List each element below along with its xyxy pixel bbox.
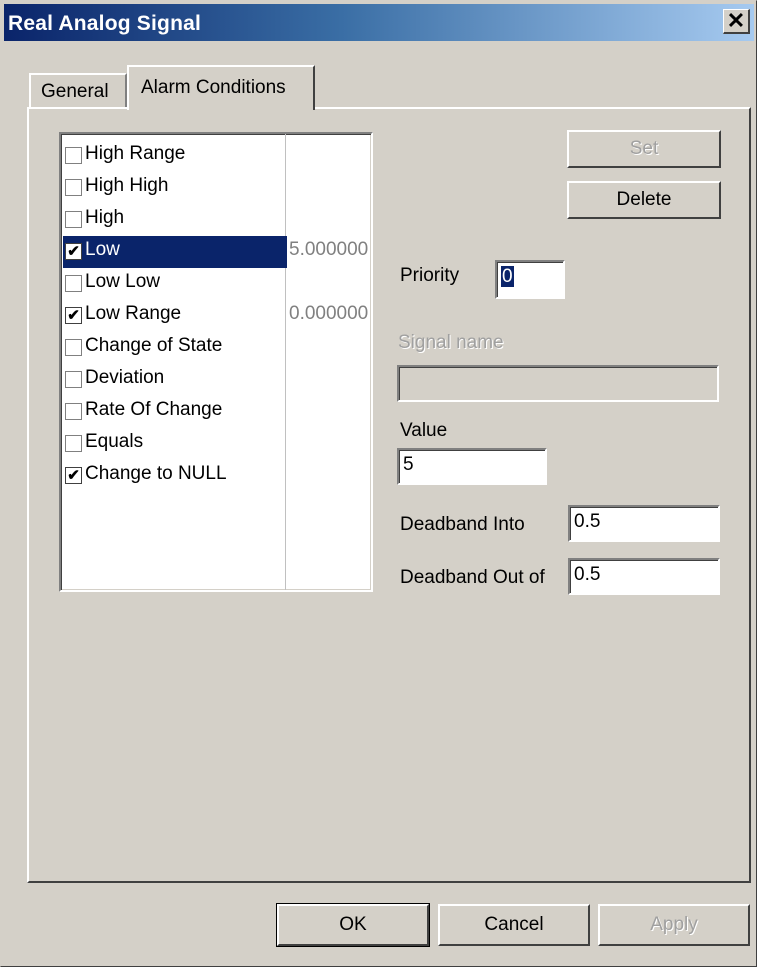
deadband-into-label: Deadband Into [400,514,525,535]
set-button[interactable]: Set [567,130,721,168]
checkbox-unchecked-icon[interactable] [65,275,82,292]
list-item[interactable]: Rate Of Change [63,396,287,428]
list-item[interactable]: Low Low [63,268,287,300]
checkbox-checked-icon[interactable]: ✔ [65,243,82,260]
list-item-label: Low [85,239,120,260]
list-item-label: Deviation [85,367,165,388]
list-item-label: High [85,207,125,228]
checkbox-unchecked-icon[interactable] [65,147,82,164]
signal-name-field[interactable] [397,365,719,402]
apply-button[interactable]: Apply [598,904,750,946]
list-item-label: Low Range [85,303,182,324]
value-label: Value [400,420,448,441]
list-item-label: Change to NULL [85,463,227,484]
alarm-conditions-list[interactable]: High Range High High High ✔ Low 5.000000 Low L… [59,132,373,592]
checkbox-unchecked-icon[interactable] [65,179,82,196]
list-item[interactable]: Equals [63,428,287,460]
list-item-value: 5.000000 [289,239,369,260]
list-item[interactable]: High Range [63,140,287,172]
list-item[interactable]: Deviation [63,364,287,396]
list-item-label: High Range [85,143,186,164]
list-item-label: Change of State [85,335,223,356]
checkbox-unchecked-icon[interactable] [65,435,82,452]
delete-button[interactable]: Delete [567,181,721,219]
cancel-button[interactable]: Cancel [438,904,590,946]
checkbox-checked-icon[interactable]: ✔ [65,307,82,324]
ok-button[interactable]: OK [276,903,430,947]
list-item-label: High High [85,175,169,196]
list-item[interactable]: ✔ Change to NULL [63,460,287,492]
priority-label: Priority [400,265,460,286]
close-button[interactable]: ✕ [723,9,750,34]
priority-value: 0 [501,266,514,287]
list-item[interactable]: ✔ Low Range [63,300,287,332]
checkbox-checked-icon[interactable]: ✔ [65,467,82,484]
list-item[interactable]: High High [63,172,287,204]
list-item[interactable]: Change of State [63,332,287,364]
signal-name-label: Signal name [398,332,504,353]
list-item[interactable]: ✔ Low [63,236,287,268]
dialog-window: Real Analog Signal ✕ General Alarm Condi… [0,0,757,967]
list-item-label: Low Low [85,271,160,292]
checkbox-unchecked-icon[interactable] [65,403,82,420]
tab-general-label: General [41,81,109,102]
tab-alarm-conditions-label: Alarm Conditions [141,77,286,98]
checkbox-unchecked-icon[interactable] [65,371,82,388]
list-item-value: 0.000000 [289,303,369,324]
tab-alarm-conditions[interactable]: Alarm Conditions [127,65,315,110]
close-icon: ✕ [726,8,746,33]
deadband-out-field[interactable]: 0.5 [568,558,720,595]
window-title: Real Analog Signal [8,12,202,35]
list-item-label: Rate Of Change [85,399,223,420]
deadband-into-field[interactable]: 0.5 [568,505,720,542]
checkbox-unchecked-icon[interactable] [65,339,82,356]
checkbox-unchecked-icon[interactable] [65,211,82,228]
list-item-label: Equals [85,431,144,452]
deadband-out-label: Deadband Out of [400,567,545,588]
value-field[interactable]: 5 [397,448,547,485]
tab-general[interactable]: General [29,73,127,107]
priority-field[interactable]: 0 [495,260,565,299]
title-bar[interactable]: Real Analog Signal ✕ [4,4,754,41]
list-item[interactable]: High [63,204,287,236]
